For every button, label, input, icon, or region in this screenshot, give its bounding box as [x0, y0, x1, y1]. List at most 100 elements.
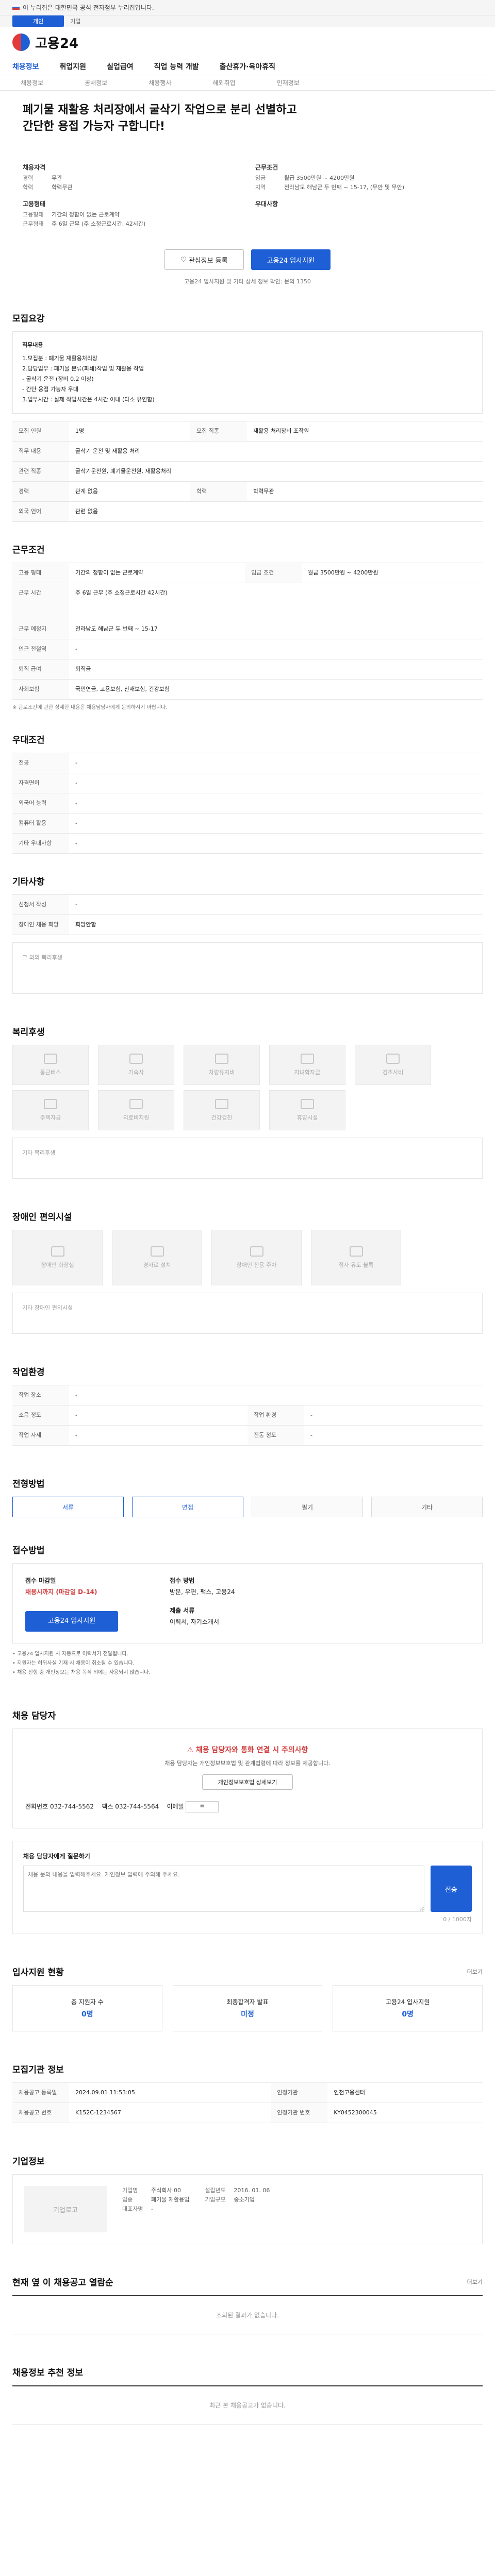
- section-title: 기업정보: [12, 2157, 45, 2167]
- subnav-item[interactable]: 채용행사: [148, 78, 171, 87]
- job-summary: 채용자격 경력 무관 학력 학력무관 고용형태 고용형태 기간의 정함이 없는 근로계…: [23, 164, 405, 227]
- site-logo[interactable]: 고용24: [12, 33, 78, 52]
- welfare-tiles: 주택자금 의료비지원 건강검진 휴양시설: [12, 1090, 483, 1130]
- empty-list: 조회된 결과가 없습니다.: [12, 2295, 483, 2334]
- step-written: 필기: [252, 1497, 363, 1517]
- section-title: 모집요강: [12, 314, 45, 324]
- ramp-icon: [150, 1246, 164, 1257]
- company-logo: 기업로고: [24, 2186, 107, 2232]
- apply-box: 접수 마감일 채용시까지 (마감일 D-14) 고용24 입사지원 접수 방법 …: [12, 1563, 483, 1643]
- disability-tile: 경사로 설치: [112, 1230, 202, 1285]
- welfare-tile: 경조사비: [355, 1045, 431, 1085]
- status-card: 총 지원자 수 0명: [12, 1985, 162, 2031]
- bus-icon: [44, 1054, 57, 1064]
- braille-icon: [349, 1246, 363, 1257]
- apply-notes: • 고용24 입사지원 시 자동으로 이력서가 전달됩니다. • 지원자는 허위…: [12, 1651, 151, 1675]
- health-icon: [215, 1099, 228, 1109]
- welfare-box: 기타 복리후생: [12, 1138, 483, 1179]
- alert-icon: ⚠: [187, 1746, 196, 1754]
- user-type-tabs: 개인 기업: [0, 15, 495, 27]
- preference-table: 전공 - 자격면허 - 외국어 능력 - 컴퓨터 활용 - 기타 우대사항 -: [12, 753, 483, 854]
- conditions-table: 고용 형태 기간의 정함이 없는 근로계약 임금 조건 월급 3500만원 ~ 420…: [12, 563, 483, 700]
- section-title: 근무조건: [12, 545, 45, 555]
- welfare-tile: 통근버스: [12, 1045, 89, 1085]
- welfare-tile: 차량유지비: [184, 1045, 260, 1085]
- env-table: 작업 장소 - 소음 정도 - 작업 환경 - 작업 자세 - 진동 정도 -: [12, 1385, 483, 1446]
- welfare-tile: 자녀학자금: [269, 1045, 345, 1085]
- sub-nav: 채용정보 공채정보 채용행사 해외취업 인재정보: [0, 75, 495, 91]
- step-document: 서류: [12, 1497, 124, 1517]
- job-actions: ♡ 관심정보 등록 고용24 입사지원: [12, 249, 483, 270]
- question-submit-button[interactable]: 전송: [430, 1866, 472, 1912]
- disability-tile: 점자 유도 블록: [311, 1230, 401, 1285]
- car-icon: [215, 1054, 228, 1064]
- nav-item[interactable]: 채용정보: [12, 61, 39, 72]
- section-title: 전형방법: [12, 1479, 45, 1489]
- section-title: 작업환경: [12, 1367, 45, 1378]
- nav-item[interactable]: 취업지원: [60, 61, 87, 72]
- apply-online-button[interactable]: 고용24 입사지원: [25, 1611, 118, 1632]
- question-box: 채용 담당자에게 질문하기 전송 0 / 1000자: [12, 1841, 483, 1934]
- company-box: 기업로고 기업명 주식회사 00 업종 폐기물 재활용업 대표자명 - 설립년도 201…: [12, 2174, 483, 2244]
- flag-icon: [12, 5, 20, 10]
- nav-item[interactable]: 직업 능력 개발: [154, 61, 199, 72]
- favorite-button[interactable]: ♡ 관심정보 등록: [164, 249, 244, 270]
- welfare-tile: 주택자금: [12, 1090, 89, 1130]
- restroom-icon: [51, 1246, 64, 1257]
- tab-company[interactable]: 기업: [70, 17, 80, 25]
- resort-icon: [301, 1099, 314, 1109]
- subnav-item[interactable]: 해외취업: [213, 78, 236, 87]
- privacy-button[interactable]: 개인정보보호법 상세보기: [202, 1774, 293, 1790]
- subnav-item[interactable]: 공채정보: [85, 78, 107, 87]
- disability-tiles: 장애인 화장실 경사로 설치 장애인 전용 주차 점자 유도 블록: [12, 1230, 483, 1285]
- subnav-item[interactable]: 인재정보: [277, 78, 300, 87]
- question-input[interactable]: [23, 1866, 424, 1912]
- tab-personal[interactable]: 개인: [12, 15, 64, 27]
- subnav-item[interactable]: 채용정보: [21, 78, 43, 87]
- section-title: 장애인 편의시설: [12, 1212, 72, 1223]
- status-card: 고용24 입사지원 0명: [333, 1985, 483, 2031]
- more-link[interactable]: 더보기: [467, 2278, 483, 2286]
- email-icon[interactable]: ✉: [186, 1801, 219, 1812]
- disability-box: 기타 장애인 편의시설: [12, 1293, 483, 1334]
- welfare-tile: 기숙사: [98, 1045, 174, 1085]
- welfare-tile: 의료비지원: [98, 1090, 174, 1130]
- nav-item[interactable]: 출산휴가·육아휴직: [220, 61, 275, 72]
- welfare-tiles: 통근버스 기숙사 차량유지비 자녀학자금 경조사비: [12, 1045, 483, 1085]
- empty-list: 최근 본 채용공고가 없습니다.: [12, 2385, 483, 2425]
- home-icon: [129, 1054, 143, 1064]
- duty-box: 직무내용 1.모집분 : 폐기물 재활용처리장 2.담당업무 : 폐기물 분류(파…: [12, 331, 483, 414]
- job-title: 폐기물 재활용 처리장에서 굴삭기 작업으로 분리 선별하고 간단한 용접 가능…: [23, 104, 297, 133]
- section-title: 채용 담당자: [12, 1711, 56, 1721]
- disability-tile: 장애인 전용 주차: [211, 1230, 302, 1285]
- header: 고용24: [0, 27, 495, 58]
- section-title: 모집기관 정보: [12, 2065, 64, 2075]
- section-title: 접수방법: [12, 1546, 45, 1556]
- welfare-tile: 건강검진: [184, 1090, 260, 1130]
- section-title: 복리후생: [12, 1027, 45, 1038]
- step-etc: 기타: [371, 1497, 483, 1517]
- main-nav: 채용정보 취업지원 실업급여 직업 능력 개발 출산휴가·육아휴직: [0, 58, 495, 75]
- notice: 고용24 입사지원 및 기타 상세 정보 확인: 문의 1350: [184, 278, 311, 285]
- etc-box: 그 외의 복리후생: [12, 942, 483, 994]
- status-card: 최종합격자 발표 미정: [172, 1985, 323, 2031]
- logo-icon: [12, 33, 30, 51]
- apply-button[interactable]: 고용24 입사지원: [251, 249, 331, 270]
- parking-icon: [250, 1246, 263, 1257]
- nav-item[interactable]: 실업급여: [107, 61, 134, 72]
- section-title: 현재 옆 이 채용공고 열람순: [12, 2278, 113, 2288]
- gov-banner: 이 누리집은 대한민국 공식 전자정부 누리집입니다.: [0, 0, 495, 15]
- more-link[interactable]: 더보기: [467, 1968, 483, 1976]
- admin-table: 채용공고 등록일 2024.09.01 11:53:05 인정기관 인천고용센터 채용…: [12, 2082, 483, 2123]
- apply-status: 총 지원자 수 0명 최종합격자 발표 미정 고용24 입사지원 0명: [12, 1985, 483, 2031]
- graduation-icon: [301, 1054, 314, 1064]
- section-title: 채용정보 추천 정보: [12, 2368, 83, 2378]
- detail-table: 모집 인원 1명 모집 직종 재활용 처리장비 조작원 직무 내용 굴삭기 운전 및 재…: [12, 421, 483, 522]
- process-steps: 서류 면접 필기 기타: [12, 1497, 483, 1517]
- disability-tile: 장애인 화장실: [12, 1230, 103, 1285]
- heart-icon: ♡: [180, 256, 189, 264]
- medical-icon: [129, 1099, 143, 1109]
- gift-icon: [386, 1054, 400, 1064]
- building-icon: [44, 1099, 57, 1109]
- etc-table: 신청서 작성 - 장애인 채용 희망 희망안함: [12, 894, 483, 935]
